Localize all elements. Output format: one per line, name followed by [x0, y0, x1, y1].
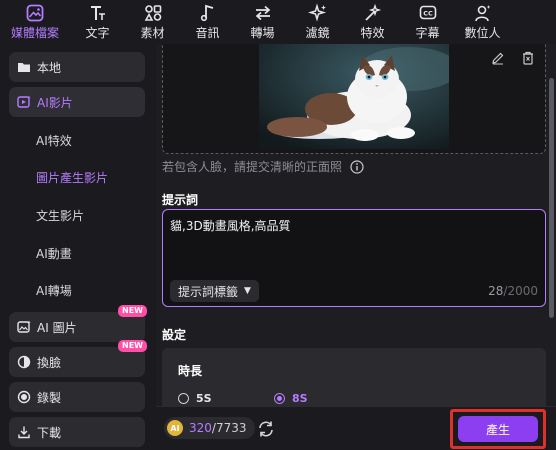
sidebar-item-label: 錄製: [37, 390, 62, 405]
digital-human-icon: [474, 5, 490, 22]
settings-panel: 時長 5S 8S: [162, 348, 546, 406]
sidebar-item-label: 換臉: [37, 355, 62, 370]
toolbar-label: 素材: [140, 26, 165, 40]
edit-pencil-icon[interactable]: [491, 51, 505, 65]
bottom-bar: AI 320 /7733 產生: [156, 406, 556, 450]
info-icon[interactable]: [350, 160, 364, 174]
sparkle-filter-icon: [307, 3, 326, 22]
sidebar-item-label: 本地: [37, 60, 62, 75]
toolbar-transition[interactable]: 轉場: [235, 0, 290, 44]
credits-total: /7733: [211, 421, 247, 435]
prompt-tags-label: 提示詞標籤: [178, 284, 239, 299]
prompt-tags-dropdown[interactable]: 提示詞標籤 ▼: [170, 280, 259, 302]
record-icon: [17, 390, 31, 404]
sidebar-item-label: 下載: [37, 425, 62, 440]
radio-label: 5S: [196, 392, 212, 405]
toolbar-label: 字幕: [415, 26, 440, 40]
duration-option-8s[interactable]: 8S: [274, 392, 308, 405]
hint-text: 若包含人臉，請提交清晰的正面照: [162, 160, 343, 174]
toolbar-digital-human[interactable]: 數位人: [455, 0, 510, 44]
caret-down-icon: ▼: [244, 286, 251, 296]
toolbar-label: 數位人: [464, 26, 501, 40]
credits-counter: AI 320 /7733: [164, 417, 255, 439]
face-swap-icon: [17, 355, 31, 369]
sidebar-item-record[interactable]: 錄製: [9, 382, 145, 412]
main-panel: 若包含人臉，請提交清晰的正面照 提示詞 貓,3D動畫風格,高品質 提示詞標籤 ▼…: [156, 44, 556, 406]
settings-section-label: 設定: [162, 328, 187, 342]
prompt-text: 貓,3D動畫風格,高品質: [170, 219, 291, 233]
toolbar-effects[interactable]: 特效: [345, 0, 400, 44]
sidebar-item-label: AI 圖片: [37, 320, 77, 335]
toolbar-label: 媒體檔案: [10, 26, 59, 40]
prompt-textarea[interactable]: 貓,3D動畫風格,高品質 提示詞標籤 ▼ 28/2000: [162, 209, 546, 307]
credits-used: 320: [189, 421, 212, 435]
sidebar-item-local[interactable]: 本地: [9, 52, 145, 82]
sidebar-item-face-swap[interactable]: 換臉 NEW: [9, 340, 147, 377]
sidebar-item-label: AI影片: [37, 95, 73, 110]
top-toolbar: 媒體檔案 文字 素材 音訊 轉場 濾鏡 特效 CC 字幕 數位人: [0, 0, 556, 44]
new-badge: NEW: [118, 340, 147, 352]
folder-icon: [18, 63, 30, 72]
sidebar-sub-image-to-video[interactable]: 圖片產生影片: [36, 169, 108, 186]
ai-coin-icon: AI: [167, 420, 183, 436]
sidebar-item-ai-image[interactable]: AI 圖片 NEW: [9, 305, 147, 342]
toolbar-label: 文字: [85, 26, 110, 40]
toolbar-label: 轉場: [250, 26, 275, 40]
elements-icon: [144, 5, 161, 21]
sidebar-sub-ai-transition[interactable]: AI轉場: [36, 282, 72, 299]
media-icon: [26, 4, 44, 22]
char-count: 28: [488, 284, 504, 298]
generate-button[interactable]: 產生: [458, 416, 538, 442]
download-icon: [18, 426, 30, 439]
toolbar-captions[interactable]: CC 字幕: [400, 0, 455, 44]
toolbar-media[interactable]: 媒體檔案: [0, 0, 70, 44]
svg-text:CC: CC: [423, 10, 433, 18]
toolbar-audio[interactable]: 音訊: [180, 0, 235, 44]
ai-image-icon: [17, 320, 31, 333]
music-note-icon: [200, 4, 213, 22]
prompt-section-label: 提示詞: [162, 193, 199, 207]
magic-wand-icon: [364, 3, 381, 21]
transition-arrows-icon: [255, 5, 270, 21]
radio-circle-icon: [178, 393, 189, 404]
new-badge: NEW: [118, 305, 147, 317]
delete-trash-icon[interactable]: [521, 51, 535, 65]
toolbar-label: 音訊: [195, 26, 220, 40]
duration-option-5s[interactable]: 5S: [178, 392, 212, 405]
scrollbar[interactable]: [549, 78, 554, 318]
ai-video-icon: [17, 95, 31, 108]
toolbar-label: 特效: [360, 26, 385, 40]
toolbar-text[interactable]: 文字: [70, 0, 125, 44]
duration-label: 時長: [178, 364, 203, 378]
char-max: /2000: [503, 284, 538, 298]
toolbar-filter[interactable]: 濾鏡: [290, 0, 345, 44]
radio-selected-icon: [274, 393, 285, 404]
left-sidebar: 本地 AI影片 AI特效 圖片產生影片 文生影片 AI動畫 AI轉場 AI 圖片…: [0, 44, 156, 450]
toolbar-label: 濾鏡: [305, 26, 330, 40]
refresh-icon[interactable]: [256, 419, 276, 439]
sidebar-sub-ai-effects[interactable]: AI特效: [36, 132, 72, 149]
text-icon: [90, 6, 105, 20]
sidebar-item-download[interactable]: 下載: [9, 417, 145, 447]
image-upload-area[interactable]: [162, 44, 546, 154]
radio-label: 8S: [292, 392, 308, 405]
cc-captions-icon: CC: [419, 5, 436, 20]
sidebar-item-ai-video[interactable]: AI影片: [9, 87, 145, 117]
toolbar-elements[interactable]: 素材: [125, 0, 180, 44]
char-counter: 28/2000: [488, 284, 538, 298]
uploaded-cat-image: [259, 44, 449, 149]
sidebar-sub-text-to-video[interactable]: 文生影片: [36, 207, 84, 224]
sidebar-sub-ai-animation[interactable]: AI動畫: [36, 245, 72, 262]
face-photo-hint: 若包含人臉，請提交清晰的正面照: [162, 158, 364, 175]
